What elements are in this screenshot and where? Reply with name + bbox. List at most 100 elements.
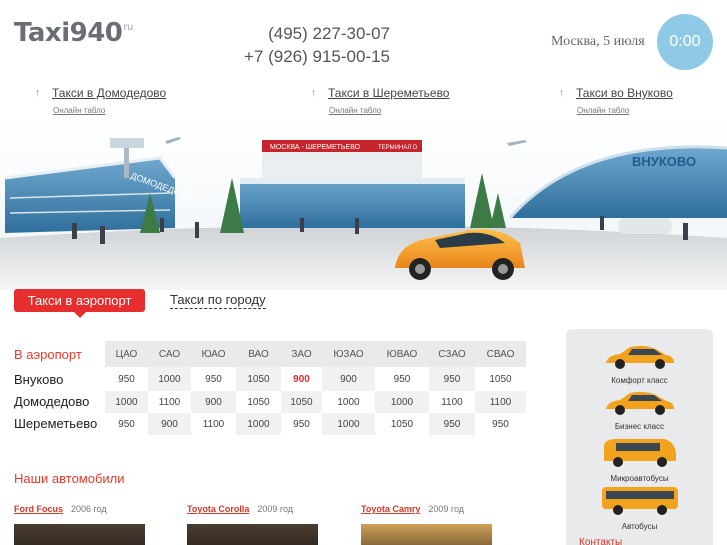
tab-label: Такси в аэропорт [27,293,132,308]
price-cell: 1000 [375,391,429,413]
price-cell: 1000 [322,413,375,435]
airports-illustration: ДОМОДЕДОВО МОСКВА - ШЕРЕМЕТЬЕВО ТЕРМИНАЛ… [0,118,727,290]
col-header: ВАО [236,341,281,367]
price-cell: 1000 [148,367,191,391]
price-header-row: ЦАО САО ЮАО ВАО ЗАО ЮЗАО ЮВАО СЗАО СВАО [105,341,526,367]
sedan-icon [605,391,674,415]
airport-link-sheremetyevo: ↑ Такси в Шереметьево Онлайн табло [311,86,449,115]
class-label: Комфорт класс [611,376,668,385]
sedan-icon [605,345,674,369]
row-name-vnukovo: Внуково [14,372,64,387]
phone-secondary: +7 (926) 915-00-15 [243,47,390,66]
price-cell: 1100 [202,418,225,430]
car-year: 2009 год [257,504,294,514]
airport-link-label[interactable]: Такси в Шереметьево [328,86,449,100]
class-minibus[interactable]: Микроавтобусы [566,437,713,483]
car-year: 2009 год [428,504,465,514]
page: Taxi940ru (495) 227-30-07 +7 (926) 915-0… [0,0,727,545]
phone-primary: (495) 227-30-07 [268,24,390,43]
price-cell: 950 [429,413,475,435]
col-header: СВАО [475,341,526,367]
col-header: ЗАО [281,341,322,367]
sheremetyevo-sign: МОСКВА - ШЕРЕМЕТЬЕВО [270,144,361,151]
car-link[interactable]: Toyota Camry [361,504,420,514]
car-item: Ford Focus 2006 год [14,499,107,517]
road [0,225,727,290]
col-header: ЮАО [191,341,236,367]
price-cell: 1050 [489,373,512,385]
price-cell: 950 [492,418,509,430]
tab-airport-taxi[interactable]: Такси в аэропорт [14,289,145,318]
price-cell: 1050 [281,391,322,413]
terminal-d-sign: ТЕРМИНАЛ D [378,145,418,151]
arrow-up-icon: ↑ [559,87,565,99]
price-cell: 1050 [236,367,281,391]
col-header: ЮВАО [375,341,429,367]
arrow-up-icon: ↑ [311,87,317,99]
online-board-link[interactable]: Онлайн табло [53,106,166,115]
car-link[interactable]: Ford Focus [14,504,63,514]
price-cell: 1050 [247,396,270,408]
price-cell: 1100 [441,396,463,408]
city-date: Москва, 5 июля [551,34,645,49]
price-cell: 950 [393,373,411,385]
price-cell: 900 [148,413,191,435]
car-item: Toyota Corolla 2009 год [187,499,293,517]
price-cell: 900 [191,391,236,413]
col-header: ЦАО [105,341,148,367]
logo-text: Taxi940 [14,18,123,48]
car-photo[interactable] [361,524,492,545]
arrow-up-icon: ↑ [35,87,41,99]
clock-time: 0:00 [669,33,701,50]
table-row: 1000 1100 900 1050 1050 1000 1000 1100 1… [105,391,526,413]
car-year: 2006 год [71,504,107,514]
price-table: ЦАО САО ЮАО ВАО ЗАО ЮЗАО ЮВАО СЗАО СВАО … [105,341,526,435]
phone-block: (495) 227-30-07 +7 (926) 915-00-15 [230,22,390,68]
airport-link-label[interactable]: Такси в Домодедово [52,86,166,100]
vehicle-class-panel: Комфорт класс Бизнес класс Микроавтобусы [566,329,713,545]
price-cell: 900 [322,367,375,391]
prices-title: В аэропорт [14,347,82,362]
col-header: САО [148,341,191,367]
price-cell: 1100 [158,396,181,408]
vnukovo-sign: ВНУКОВО [632,154,696,169]
contacts-link[interactable]: Контакты [579,537,622,545]
class-label: Микроавтобусы [610,474,669,483]
row-name-sheremetyevo: Шереметьево [14,416,98,431]
airport-link-domodedovo: ↑ Такси в Домодедово Онлайн табло [35,86,166,115]
price-cell: 950 [293,418,310,430]
price-cell: 950 [429,367,475,391]
bus-icon [601,487,678,515]
logo-tld: ru [123,22,133,33]
car-item: Toyota Camry 2009 год [361,499,464,517]
logo[interactable]: Taxi940ru [14,18,133,48]
price-cell: 1000 [337,396,360,408]
airport-link-vnukovo: ↑ Такси во Внуково Онлайн табло [559,86,673,115]
car-photo[interactable] [187,524,318,545]
car-link[interactable]: Toyota Corolla [187,504,249,514]
airport-link-label[interactable]: Такси во Внуково [576,86,673,100]
class-label: Автобусы [621,522,658,531]
col-header: ЮЗАО [322,341,375,367]
col-header: СЗАО [429,341,475,367]
minibus-icon [603,439,676,467]
price-cell: 1000 [105,391,148,413]
class-comfort[interactable]: Комфорт класс [566,343,713,385]
class-bus[interactable]: Автобусы [566,485,713,531]
row-name-domodedovo: Домодедово [14,394,90,409]
parked-car [618,218,672,234]
price-cell: 950 [118,373,135,385]
price-cell: 1000 [236,413,281,435]
price-cell: 950 [118,418,135,430]
class-label: Бизнес класс [614,422,665,431]
online-board-link[interactable]: Онлайн табло [577,106,673,115]
class-business[interactable]: Бизнес класс [566,389,713,431]
car-photo[interactable] [14,524,145,545]
price-cell: 900 [293,373,310,385]
price-cell: 1100 [475,391,526,413]
tab-city-taxi[interactable]: Такси по городу [170,292,266,309]
online-board-link[interactable]: Онлайн табло [329,106,449,115]
cars-title: Наши автомобили [14,471,125,486]
clock-badge: 0:00 [657,14,713,70]
price-cell: 1050 [390,418,414,430]
